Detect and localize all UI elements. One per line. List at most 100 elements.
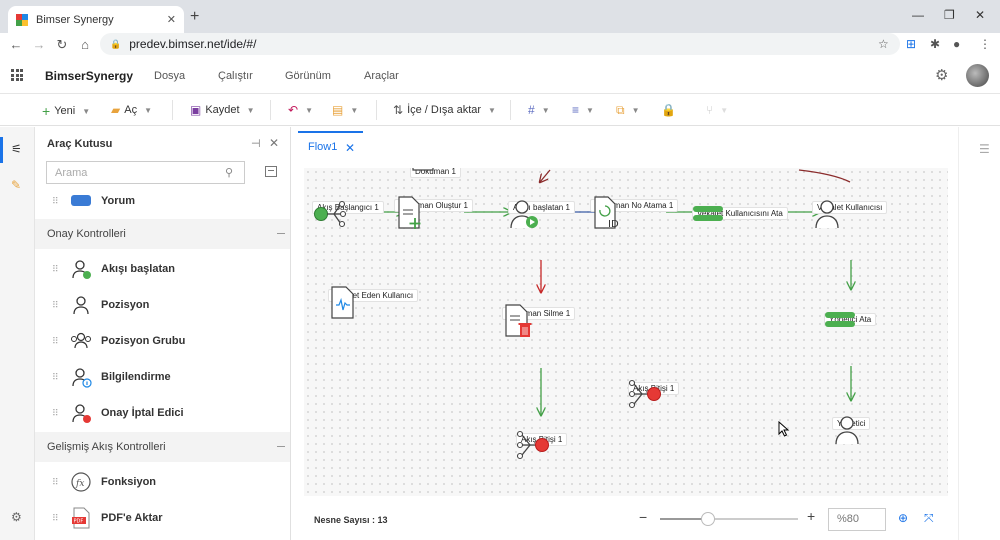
- toolbox-item-pozisyon[interactable]: ⠿ Pozisyon: [35, 287, 290, 323]
- chevron-down-icon: ▼: [350, 105, 359, 115]
- window-close-icon[interactable]: ✕: [975, 8, 985, 22]
- url-field[interactable]: 🔒 predev.bimser.net/ide/#/: [100, 33, 900, 55]
- apps-grid-icon[interactable]: [11, 69, 23, 81]
- toolbox-item-pdfe-aktar[interactable]: ⠿ PDF PDF'e Aktar: [35, 500, 290, 536]
- toolbox-item-label: Bilgilendirme: [101, 371, 171, 383]
- close-tab-icon[interactable]: ✕: [345, 141, 355, 155]
- more-vert-icon[interactable]: ⋮: [979, 37, 991, 51]
- paste-button[interactable]: ▤ ▼: [332, 103, 358, 117]
- section-gelismis-akis-kontrolleri[interactable]: Gelişmiş Akış Kontrolleri: [35, 432, 290, 462]
- drag-handle-icon[interactable]: ⠿: [52, 196, 59, 207]
- drag-handle-icon[interactable]: ⠿: [52, 477, 59, 488]
- undo-button[interactable]: ↶ ▼: [288, 103, 313, 117]
- flow-node-dokuman[interactable]: Doküman 1: [410, 168, 461, 178]
- user-cancel-icon: [72, 404, 91, 423]
- flow-node-yonetici[interactable]: Yönetici: [832, 414, 871, 445]
- gear-icon[interactable]: ⚙: [935, 66, 948, 84]
- flow-node-akisi-baslatan[interactable]: Akışı başlatan 1: [508, 198, 575, 229]
- minimize-icon[interactable]: —: [912, 8, 924, 22]
- flow-node-akis-bitisi[interactable]: Akış Bitişi 1: [628, 379, 680, 409]
- settings-rail-icon[interactable]: ⚙: [11, 510, 22, 524]
- flow-node-dokuman-olustur[interactable]: Doküman Oluştur 1: [394, 196, 473, 229]
- arrange-button[interactable]: ⧉ ▼: [616, 103, 640, 118]
- zoom-in-button[interactable]: +: [807, 508, 815, 524]
- collapse-all-icon[interactable]: [265, 166, 277, 177]
- drag-handle-icon[interactable]: ⠿: [52, 336, 59, 347]
- toolbox-search-input[interactable]: [46, 161, 245, 184]
- profile-icon[interactable]: ●: [953, 37, 960, 51]
- toolbox-item-yorum[interactable]: ⠿ Yorum: [35, 183, 290, 219]
- pin-icon[interactable]: ⊣: [251, 137, 261, 150]
- zoom-level-field[interactable]: %80: [828, 508, 886, 531]
- flow-node-dokuman-no-atama[interactable]: ID Doküman No Atama 1: [590, 196, 679, 230]
- toolbox-item-onay-iptal-edici[interactable]: ⠿ Onay İptal Edici: [35, 395, 290, 431]
- menu-araclar[interactable]: Araçlar: [364, 70, 399, 82]
- zoom-slider-thumb[interactable]: [701, 512, 716, 526]
- open-button[interactable]: ▰ Aç ▼: [111, 103, 152, 117]
- fit-to-screen-icon[interactable]: ⤧: [924, 511, 934, 526]
- hierarchy-button[interactable]: ⑂ ▼: [706, 103, 728, 117]
- reload-icon[interactable]: ↻: [51, 37, 73, 53]
- flow-node-akis-baslangici[interactable]: Akış Başlangıcı 1: [312, 198, 384, 228]
- flow-node-vekalet-kullanicisini-ata[interactable]: Vekalet Kullanıcısını Ata: [692, 204, 788, 221]
- close-icon[interactable]: ✕: [269, 136, 279, 150]
- translate-icon[interactable]: ⊞: [906, 37, 916, 51]
- tab-flow1[interactable]: Flow1 ✕: [298, 131, 363, 161]
- menu-dosya[interactable]: Dosya: [154, 70, 185, 82]
- drag-handle-icon[interactable]: ⠿: [52, 300, 59, 311]
- browser-tab[interactable]: Bimser Synergy ✕: [8, 6, 184, 33]
- drag-handle-icon[interactable]: ⠿: [52, 408, 59, 419]
- save-icon: ▣: [190, 103, 202, 117]
- grid-button[interactable]: # ▼: [528, 103, 550, 117]
- chevron-down-icon: ▼: [305, 105, 313, 115]
- align-button[interactable]: ≡ ▼: [572, 103, 594, 117]
- new-tab-icon[interactable]: +: [190, 8, 199, 26]
- toolbox-icon[interactable]: ⚟: [11, 142, 22, 156]
- user-info-icon: [72, 368, 92, 388]
- home-icon[interactable]: ⌂: [74, 37, 96, 52]
- menu-calistir[interactable]: Çalıştır: [218, 70, 253, 82]
- chevron-down-icon: ▼: [720, 105, 729, 115]
- flow-node-dokuman-silme[interactable]: Doküman Silme 1: [502, 304, 576, 337]
- restore-icon[interactable]: ❐: [944, 8, 955, 22]
- drag-handle-icon[interactable]: ⠿: [52, 372, 59, 383]
- flow-node-yonetici-ata[interactable]: Yönetici Ata: [824, 310, 877, 327]
- drag-handle-icon[interactable]: ⠿: [52, 264, 59, 275]
- flow-node-vekalet-kullanicisi[interactable]: Vekalet Kullanıcısı: [812, 198, 888, 229]
- toolbox-item-akisi-baslatan[interactable]: ⠿ Akışı başlatan: [35, 251, 290, 287]
- save-button-label: Kaydet: [205, 104, 240, 116]
- browser-tabstrip: Bimser Synergy ✕ + — ❐ ✕: [0, 0, 1000, 33]
- properties-icon[interactable]: ✎: [11, 178, 21, 192]
- new-button-label: Yeni: [54, 105, 76, 117]
- star-icon[interactable]: ☆: [878, 37, 889, 51]
- avatar[interactable]: [966, 64, 989, 87]
- menu-gorunum[interactable]: Görünüm: [285, 70, 331, 82]
- close-tab-icon[interactable]: ✕: [167, 13, 176, 26]
- lock-icon: 🔒: [661, 103, 676, 117]
- save-button[interactable]: ▣ Kaydet ▼: [190, 103, 255, 117]
- toolbox-item-fonksiyon[interactable]: ⠿ fx Fonksiyon: [35, 464, 290, 500]
- zoom-slider[interactable]: [660, 512, 798, 526]
- drag-handle-icon[interactable]: ⠿: [52, 513, 59, 524]
- new-button[interactable]: + Yeni ▼: [42, 103, 90, 119]
- align-icon: ≡: [572, 103, 580, 117]
- section-onay-kontrolleri[interactable]: Onay Kontrolleri: [35, 219, 290, 249]
- flow-node-vekalet-eden-kullanici[interactable]: Vekalet Eden Kullanıcı: [328, 286, 419, 319]
- function-icon: fx: [71, 472, 91, 492]
- outline-panel-icon[interactable]: ☰: [979, 142, 990, 156]
- toolbox-item-pozisyon-grubu[interactable]: ⠿ Pozisyon Grubu: [35, 323, 290, 359]
- flow-node-akis-bitisi[interactable]: Akış Bitişi 1: [516, 430, 568, 460]
- address-bar: ← → ↻ ⌂ 🔒 predev.bimser.net/ide/#/ ☆ ⊞ ✱…: [0, 33, 1000, 57]
- import-export-button[interactable]: ⇅ İçe / Dışa aktar ▼: [393, 103, 496, 117]
- lock-icon: 🔒: [110, 38, 122, 49]
- extensions-icon[interactable]: ✱: [930, 37, 940, 51]
- collapse-section-icon[interactable]: [277, 233, 285, 234]
- lock-button[interactable]: 🔒: [661, 103, 676, 117]
- back-icon[interactable]: ←: [5, 37, 27, 52]
- toolbox-item-bilgilendirme[interactable]: ⠿ Bilgilendirme: [35, 359, 290, 395]
- zoom-search-icon[interactable]: ⊕: [898, 511, 908, 525]
- zoom-out-button[interactable]: −: [639, 509, 647, 525]
- flow-canvas[interactable]: Doküman 1 Akış Başlangıcı 1 Doküman Oluş…: [304, 168, 948, 496]
- collapse-section-icon[interactable]: [277, 446, 285, 447]
- forward-icon[interactable]: →: [28, 37, 50, 52]
